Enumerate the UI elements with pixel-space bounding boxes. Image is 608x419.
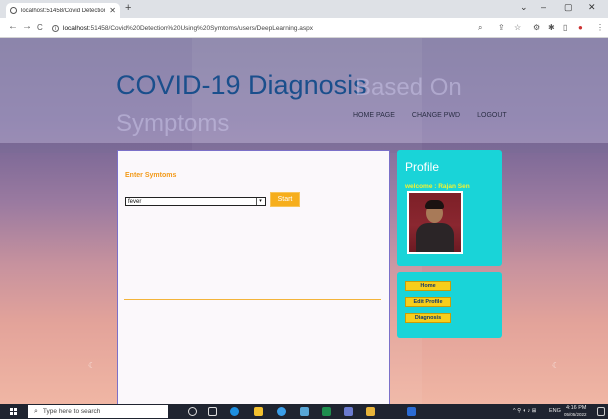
excel-icon[interactable] <box>322 407 331 416</box>
search-icon[interactable]: ⌕ <box>478 23 482 33</box>
moon-decoration-right: ☾ <box>552 361 560 370</box>
tray-date[interactable]: 05/05/2022 <box>564 412 587 417</box>
site-title: COVID-19 Diagnosis <box>116 70 367 100</box>
url-host: localhost <box>63 24 89 32</box>
start-button[interactable]: Start <box>270 192 300 207</box>
menu-icon[interactable]: ⋮ <box>596 23 604 32</box>
site-subtitle-ghost-2: Symptoms <box>116 110 230 137</box>
profile-icon[interactable]: ● <box>578 23 583 32</box>
pin-icon[interactable]: ✱ <box>548 23 555 32</box>
nav-change-pwd[interactable]: CHANGE PWD <box>412 112 460 119</box>
site-subtitle-ghost: Based On <box>355 74 462 101</box>
chevron-down-icon[interactable]: ▾ <box>256 198 264 205</box>
app-icon-2[interactable] <box>344 407 353 416</box>
forward-button[interactable]: → <box>22 21 32 32</box>
menu-home-button[interactable]: Home <box>405 281 451 291</box>
browser-tab[interactable]: localhost:51458/Covid Detection ✕ <box>6 3 120 18</box>
nav-home-page[interactable]: HOME PAGE <box>353 112 395 119</box>
share-icon[interactable]: ⇪ <box>498 23 505 32</box>
top-nav: HOME PAGE CHANGE PWD LOGOUT <box>353 112 524 119</box>
tab-search-icon[interactable]: ⌄ <box>520 2 528 13</box>
chrome-icon[interactable] <box>277 407 286 416</box>
nav-logout[interactable]: LOGOUT <box>477 112 507 119</box>
file-explorer-icon[interactable] <box>254 407 263 416</box>
windows-start-icon[interactable] <box>10 408 17 415</box>
address-bar-row: ← → C i localhost:51458/Covid%20Detectio… <box>0 18 608 38</box>
menu-diagnosis-button[interactable]: Diagnosis <box>405 313 451 323</box>
search-icon: ⌕ <box>34 407 38 415</box>
taskbar: ⌕ Type here to search ^ ⚲ ◖ ♪ ⊞ ENG 4:16… <box>0 404 608 419</box>
globe-icon <box>10 7 17 14</box>
word-icon[interactable] <box>407 407 416 416</box>
app-icon-3[interactable] <box>366 407 375 416</box>
side-menu: Home Edit Profile Diagnosis <box>397 272 502 338</box>
back-button[interactable]: ← <box>8 21 18 32</box>
maximize-button[interactable]: ▢ <box>564 2 573 13</box>
welcome-text: welcome : Rajan Sen <box>405 183 470 190</box>
page-viewport: COVID-19 Diagnosis Based On Symptoms HOM… <box>0 38 608 404</box>
tray-time[interactable]: 4:16 PM <box>566 405 586 411</box>
symptom-select[interactable]: fever ▾ <box>125 197 266 206</box>
profile-box: Profile welcome : Rajan Sen <box>397 150 502 266</box>
minimize-button[interactable]: – <box>541 2 546 12</box>
task-view-icon[interactable] <box>208 407 217 416</box>
star-icon[interactable]: ☆ <box>514 23 521 32</box>
tray-icons[interactable]: ^ ⚲ ◖ ♪ ⊞ <box>513 408 536 414</box>
notifications-icon[interactable] <box>597 407 605 416</box>
symptom-panel: Enter Symtoms fever ▾ Start <box>117 150 390 404</box>
url-field[interactable]: i localhost:51458/Covid%20Detection%20Us… <box>52 21 520 35</box>
close-window-button[interactable]: ✕ <box>588 2 596 13</box>
info-icon[interactable]: i <box>52 24 59 32</box>
puzzle-icon[interactable]: ⚙ <box>533 23 540 32</box>
menu-edit-profile-button[interactable]: Edit Profile <box>405 297 451 307</box>
sidebar-icon[interactable]: ▯ <box>563 23 567 32</box>
reload-button[interactable]: C <box>37 23 43 32</box>
tray-language[interactable]: ENG <box>549 408 561 414</box>
divider <box>124 299 381 300</box>
close-tab-icon[interactable]: ✕ <box>109 6 116 15</box>
url-path: :51458/Covid%20Detection%20Using%20Symto… <box>88 24 314 32</box>
section-label: Enter Symtoms <box>125 172 177 179</box>
profile-photo <box>407 191 463 254</box>
browser-tab-strip: localhost:51458/Covid Detection ✕ + ⌄ – … <box>0 0 608 18</box>
moon-decoration: ☾ <box>88 361 96 370</box>
profile-title: Profile <box>405 160 440 174</box>
app-icon[interactable] <box>300 407 309 416</box>
taskbar-search-placeholder: Type here to search <box>42 408 101 415</box>
taskbar-search[interactable]: ⌕ Type here to search <box>28 405 168 418</box>
tab-title: localhost:51458/Covid Detection <box>21 7 106 14</box>
symptom-select-value: fever <box>128 198 142 205</box>
new-tab-button[interactable]: + <box>125 2 131 14</box>
cortana-icon[interactable] <box>188 407 197 416</box>
edge-icon[interactable] <box>230 407 239 416</box>
